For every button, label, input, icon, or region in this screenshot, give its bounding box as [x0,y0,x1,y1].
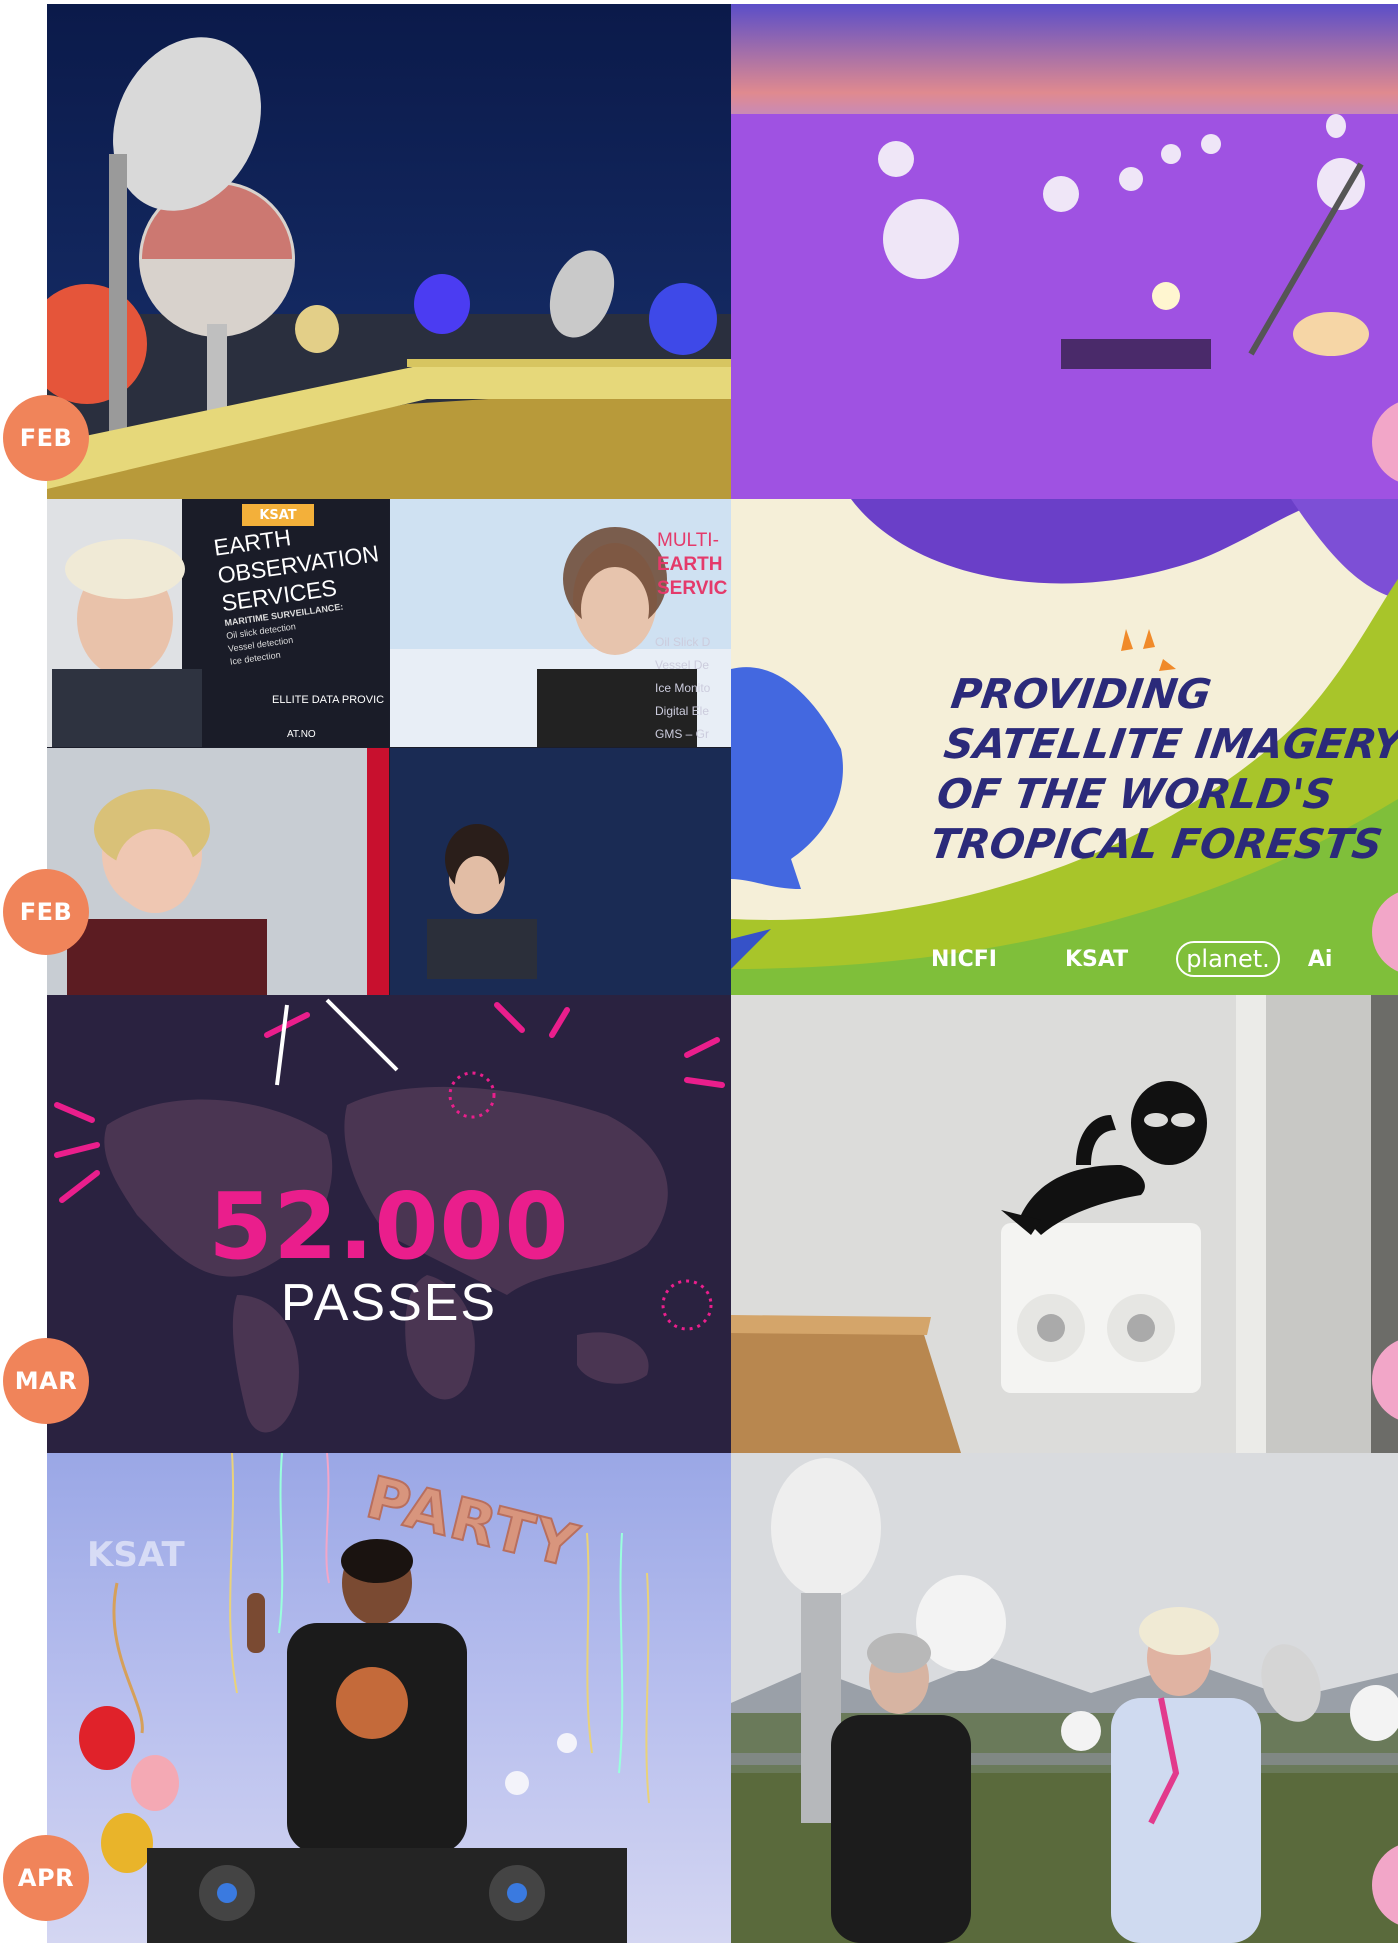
eo-footer-text: ELLITE DATA PROVIC [272,694,385,706]
month-label: FEB [19,424,73,452]
graphic-52000-passes: 52.000 PASSES [47,995,731,1453]
photo-visitors-rooftop: J [731,1453,1398,1943]
poster-tropical-forests: PROVIDING SATELLITE IMAGERY OF THE WORLD… [731,499,1398,995]
headline-line: TROPICAL FORESTS [927,820,1386,868]
photo-alien-sticker: J [731,995,1398,1453]
bullet-item: Oil Slick D [655,635,711,649]
photo-svalbard-aerial: A [731,4,1398,499]
bullet-item: Digital Ele [655,704,710,718]
bullet-item: Ice Monito [655,681,711,695]
month-badge: APR [3,1835,89,1921]
multi-title-line: SERVIC [657,578,728,599]
rooftop-illustration [731,1453,1398,1943]
month-label: FEB [19,898,73,926]
antennas-night-illustration [47,4,731,499]
multi-bullet-list: Oil Slick D Vessel De Ice Monito Digital… [655,631,710,746]
partner-logos: NICFI KSAT planet. Ai [731,937,1398,981]
headline-line: PROVIDING [948,670,1215,718]
video-call-grid [47,499,731,995]
wall-socket-illustration [731,995,1398,1453]
month-label: MAR [14,1367,78,1395]
ksat-wall-logo: KSAT [87,1535,185,1575]
svalbard-aerial-illustration [731,4,1398,499]
airbus-logo: Ai [1307,946,1333,972]
nicfi-logo: NICFI [931,946,997,972]
month-badge: FEB [3,869,89,955]
headline-line: OF THE WORLD'S [934,770,1337,818]
ksat-logo: KSAT [1064,946,1129,972]
photo-video-conference: KSAT EARTH OBSERVATION SERVICES MARITIME… [47,499,731,995]
bullet-item: Vessel De [655,658,710,672]
forest-headline: PROVIDING SATELLITE IMAGERY OF THE WORLD… [927,669,1398,869]
planet-logo: planet. [1176,941,1280,977]
photo-dj-party: KSAT PARTY [47,1453,731,1943]
passes-label: PASSES [280,1274,498,1332]
month-label: APR [17,1864,75,1892]
eo-url-text: AT.NO [287,729,316,740]
passes-count: 52.000 [208,1173,570,1280]
multi-title-line: EARTH [657,554,723,575]
bullet-item: GMS – Gr [655,727,710,741]
headline-line: SATELLITE IMAGERY [941,720,1398,768]
multi-mission-title: MULTI- EARTH SERVIC [657,529,727,601]
multi-title-line: MULTI- [657,530,719,551]
month-badge: MAR [3,1338,89,1424]
month-badge: FEB [3,395,89,481]
photo-antennas-night [47,4,731,499]
earth-observation-title: EARTH OBSERVATION SERVICES MARITIME SURV… [212,511,392,668]
